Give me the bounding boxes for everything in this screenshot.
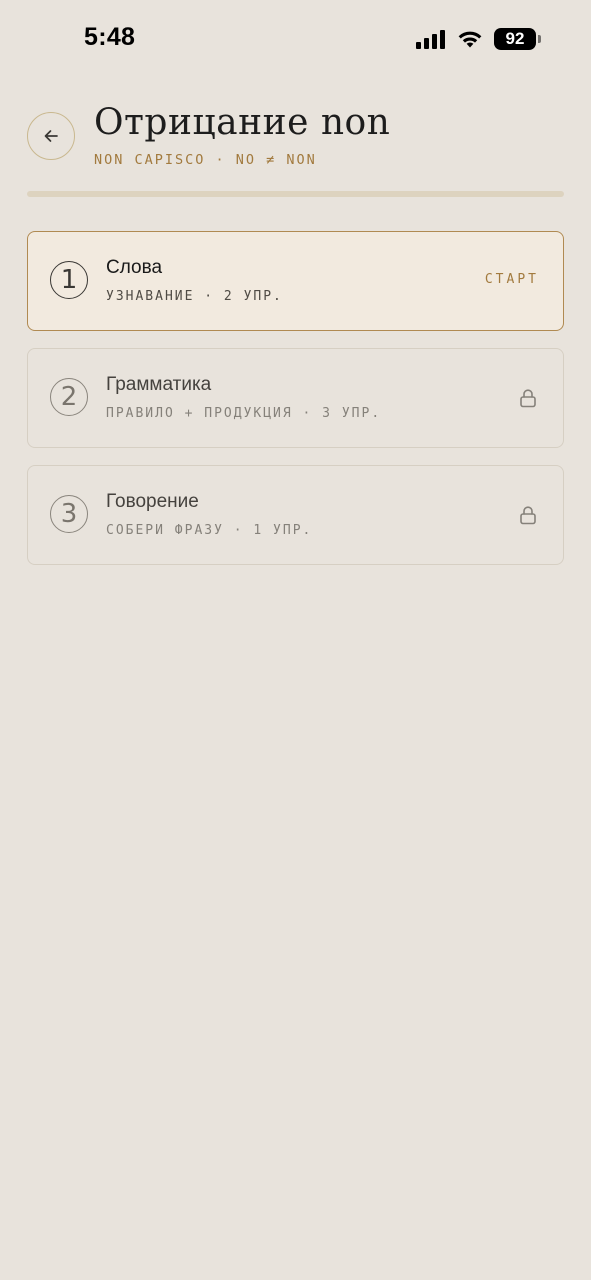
lesson-list: 1 Слова УЗНАВАНИЕ · 2 УПР. СТАРТ 2 Грамм… — [27, 231, 564, 582]
lesson-card-words[interactable]: 1 Слова УЗНАВАНИЕ · 2 УПР. СТАРТ — [27, 231, 564, 331]
cellular-signal-icon — [416, 30, 445, 49]
status-bar: 5:48 92 — [0, 0, 591, 80]
wifi-icon — [458, 31, 482, 48]
lesson-meta: ПРАВИЛО + ПРОДУКЦИЯ · 3 УПР. — [106, 406, 382, 421]
page-subtitle: NON CAPISCO · NO ≠ NON — [94, 152, 317, 168]
header: Отрицание non NON CAPISCO · NO ≠ NON — [27, 102, 564, 174]
lesson-number-badge: 3 — [50, 495, 88, 533]
battery-icon: 92 — [494, 28, 541, 50]
lesson-title: Слова — [106, 257, 163, 278]
arrow-left-icon — [44, 130, 58, 142]
lock-icon — [520, 389, 536, 408]
lesson-meta: УЗНАВАНИЕ · 2 УПР. — [106, 289, 283, 304]
progress-track — [27, 191, 564, 197]
battery-level: 92 — [494, 28, 536, 50]
status-time: 5:48 — [84, 23, 136, 51]
lesson-meta: СОБЕРИ ФРАЗУ · 1 УПР. — [106, 523, 313, 538]
back-button[interactable] — [27, 112, 75, 160]
status-icons: 92 — [416, 28, 541, 50]
lesson-card-speaking[interactable]: 3 Говорение СОБЕРИ ФРАЗУ · 1 УПР. — [27, 465, 564, 565]
battery-tip — [538, 35, 541, 43]
lesson-number-badge: 2 — [50, 378, 88, 416]
lesson-title: Грамматика — [106, 374, 212, 395]
lesson-card-grammar[interactable]: 2 Грамматика ПРАВИЛО + ПРОДУКЦИЯ · 3 УПР… — [27, 348, 564, 448]
page-title: Отрицание non — [94, 102, 391, 143]
start-button[interactable]: СТАРТ — [485, 272, 539, 287]
lesson-number-badge: 1 — [50, 261, 88, 299]
lesson-title: Говорение — [106, 491, 199, 512]
lock-icon — [520, 506, 536, 525]
